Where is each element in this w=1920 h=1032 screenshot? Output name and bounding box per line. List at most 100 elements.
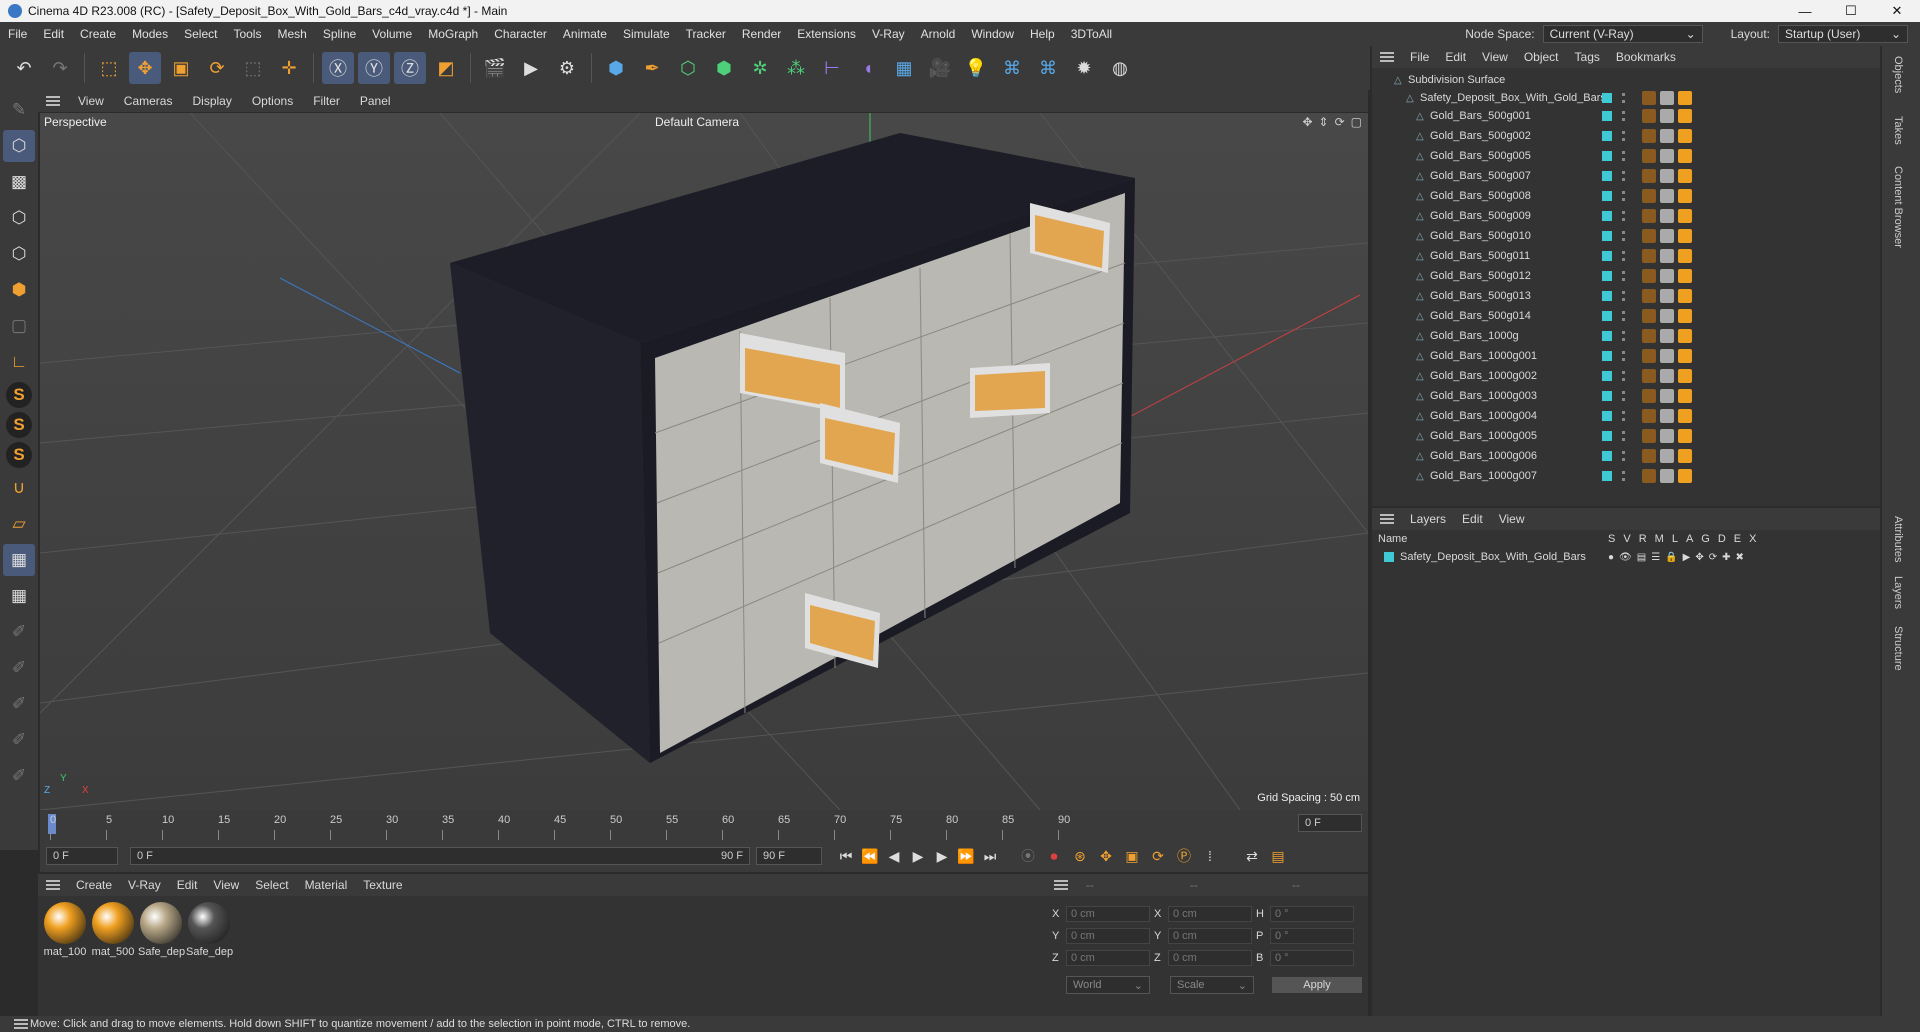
material-tag-icon[interactable] (1642, 409, 1656, 423)
make-editable-icon[interactable]: ✎ (3, 94, 35, 126)
workplane-icon[interactable]: ▱ (3, 508, 35, 540)
menu-arnold[interactable]: Arnold (913, 27, 964, 41)
material-tag-icon[interactable] (1678, 91, 1692, 105)
material-tag-icon[interactable] (1642, 229, 1656, 243)
snap-mode-icon[interactable]: S (6, 442, 32, 468)
light-icon[interactable]: 💡 (960, 52, 992, 84)
layer-menu-layers[interactable]: Layers (1402, 512, 1454, 526)
floor-icon[interactable]: ▦ (888, 52, 920, 84)
material-tag-icon[interactable] (1660, 409, 1674, 423)
recent-tool-icon[interactable]: ⬚ (237, 52, 269, 84)
menu-edit[interactable]: Edit (35, 27, 72, 41)
close-button[interactable]: ✕ (1874, 0, 1920, 22)
layer-color-swatch[interactable] (1602, 151, 1612, 161)
material-tag-icon[interactable] (1678, 429, 1692, 443)
scale-tool-icon[interactable]: ▣ (165, 52, 197, 84)
snap-settings-icon[interactable]: S (6, 412, 32, 438)
object-row[interactable]: △ Gold_Bars_500g002 (1372, 126, 1880, 146)
camera-icon[interactable]: 🎥 (924, 52, 956, 84)
maximize-button[interactable]: ☐ (1828, 0, 1874, 22)
object-row[interactable]: △ Gold_Bars_500g012 (1372, 266, 1880, 286)
visibility-dots[interactable] (1622, 351, 1626, 361)
grid-icon[interactable]: ▦ (3, 544, 35, 576)
visibility-dots[interactable] (1622, 251, 1626, 261)
pen-spline-icon[interactable]: ✒ (636, 52, 668, 84)
render-view-icon[interactable]: ▶ (515, 52, 547, 84)
menu-window[interactable]: Window (963, 27, 1022, 41)
layer-column-s[interactable]: S (1608, 533, 1615, 545)
coordinate-system-icon[interactable]: ◩ (430, 52, 462, 84)
range-slider[interactable]: 0 F 90 F (130, 847, 750, 865)
material-tag-icon[interactable] (1660, 429, 1674, 443)
visibility-dots[interactable] (1622, 451, 1626, 461)
visibility-dots[interactable] (1622, 171, 1626, 181)
object-menu-view[interactable]: View (1474, 50, 1516, 64)
side-tab-takes[interactable]: Takes (1892, 116, 1904, 145)
layer-color-swatch[interactable] (1602, 131, 1612, 141)
viewport-menu-filter[interactable]: Filter (303, 94, 350, 108)
material-tag-icon[interactable] (1660, 91, 1674, 105)
object-row[interactable]: △ Gold_Bars_1000g007 (1372, 466, 1880, 486)
material-tag-icon[interactable] (1678, 389, 1692, 403)
menu-vray[interactable]: V-Ray (864, 27, 913, 41)
material-tag-icon[interactable] (1678, 249, 1692, 263)
hamburger-icon[interactable] (14, 1019, 28, 1029)
visibility-dots[interactable] (1622, 111, 1626, 121)
timeline-ruler[interactable]: 0 F 0 5 10 15 20 25 30 35 40 45 50 55 60 65 70 75 80 85 90 (40, 810, 1368, 840)
material-tag-icon[interactable] (1678, 449, 1692, 463)
material-tag-icon[interactable] (1642, 289, 1656, 303)
material-tag-icon[interactable] (1660, 329, 1674, 343)
apply-button[interactable]: Apply (1272, 977, 1362, 993)
material-menu-texture[interactable]: Texture (355, 878, 410, 892)
layer-color-swatch[interactable] (1602, 231, 1612, 241)
material-tag-icon[interactable] (1642, 309, 1656, 323)
model-mode-icon[interactable]: ⬡ (3, 130, 35, 162)
material-tag-icon[interactable] (1642, 249, 1656, 263)
brush-s-icon[interactable]: ✐ (3, 724, 35, 756)
object-menu-file[interactable]: File (1402, 50, 1437, 64)
material-tag-icon[interactable] (1678, 269, 1692, 283)
object-row[interactable]: △ Gold_Bars_500g005 (1372, 146, 1880, 166)
magnet-icon[interactable]: ∪ (3, 472, 35, 504)
material-tag-icon[interactable] (1642, 189, 1656, 203)
visibility-dots[interactable] (1622, 291, 1626, 301)
current-frame-field[interactable]: 0 F (1298, 814, 1362, 832)
menu-tracker[interactable]: Tracker (678, 27, 734, 41)
next-frame-icon[interactable]: ▶ (930, 844, 954, 868)
object-row-subdivision[interactable]: △ Subdivision Surface (1372, 70, 1880, 90)
side-tab-layers[interactable]: Layers (1892, 576, 1904, 609)
layer-color-swatch[interactable] (1602, 351, 1612, 361)
material-tag-icon[interactable] (1660, 189, 1674, 203)
maximize-viewport-icon[interactable]: ▢ (1351, 115, 1362, 129)
paint-icon[interactable]: ✐ (3, 616, 35, 648)
record-icon[interactable]: ⦿ (1016, 844, 1040, 868)
material-menu-select[interactable]: Select (247, 878, 296, 892)
end-frame-field[interactable]: 90 F (756, 847, 822, 865)
rotation-b-field[interactable]: 0 ° (1270, 950, 1354, 966)
timeline-window-icon[interactable]: ▤ (1266, 844, 1290, 868)
menu-create[interactable]: Create (72, 27, 124, 41)
object-row[interactable]: △ Gold_Bars_500g011 (1372, 246, 1880, 266)
viewport-menu-view[interactable]: View (68, 94, 114, 108)
object-menu-bookmarks[interactable]: Bookmarks (1608, 50, 1684, 64)
lock-icon[interactable]: 🔒 (1665, 552, 1677, 563)
layer-column-m[interactable]: M (1655, 533, 1664, 545)
redo-icon[interactable]: ↷ (44, 52, 76, 84)
zoom-icon[interactable]: ⇕ (1319, 115, 1329, 129)
minimize-button[interactable]: — (1782, 0, 1828, 22)
material-tag-icon[interactable] (1660, 109, 1674, 123)
menu-help[interactable]: Help (1022, 27, 1063, 41)
layer-color-swatch[interactable] (1602, 431, 1612, 441)
cloner-icon[interactable]: ✲ (744, 52, 776, 84)
layer-color-swatch[interactable] (1602, 291, 1612, 301)
material-tag-icon[interactable] (1642, 91, 1656, 105)
brush-r-icon[interactable]: ✐ (3, 688, 35, 720)
material-tag-icon[interactable] (1678, 229, 1692, 243)
material-thumbnail[interactable]: mat_500 (90, 902, 136, 958)
edges-mode-icon[interactable]: ⬡ (3, 238, 35, 270)
object-row[interactable]: △ Gold_Bars_1000g002 (1372, 366, 1880, 386)
menu-mograph[interactable]: MoGraph (420, 27, 486, 41)
material-tag-icon[interactable] (1642, 149, 1656, 163)
render-settings-icon[interactable]: ⚙ (551, 52, 583, 84)
menu-volume[interactable]: Volume (364, 27, 420, 41)
